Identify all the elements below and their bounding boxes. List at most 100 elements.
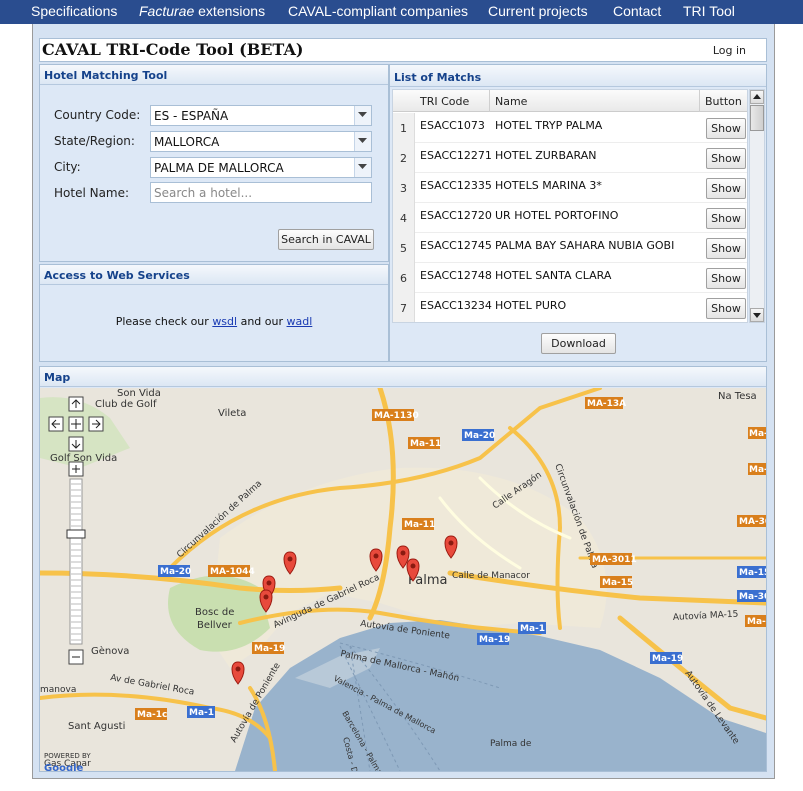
panel-header: Map	[40, 367, 766, 387]
tri-code-cell: ESACC12745	[420, 239, 492, 252]
hotel-name-cell: HOTEL PURO	[495, 299, 567, 312]
panel-header: Hotel Matching Tool	[40, 65, 388, 85]
table-row[interactable]: 1 ESACC1073 HOTEL TRYP PALMA Show	[393, 113, 747, 143]
zoom-out-icon[interactable]	[68, 649, 84, 665]
search-caval-button[interactable]: Search in CAVAL	[278, 229, 374, 250]
hotel-name-cell: HOTEL SANTA CLARA	[495, 269, 612, 282]
panel-title: Map	[44, 371, 71, 384]
show-button[interactable]: Show	[706, 178, 746, 199]
scroll-down-icon[interactable]	[750, 308, 764, 322]
hotel-name-input[interactable]	[150, 182, 372, 203]
show-button[interactable]: Show	[706, 118, 746, 139]
chevron-down-icon[interactable]	[354, 158, 371, 177]
show-button[interactable]: Show	[706, 148, 746, 169]
map-label: manova	[40, 685, 76, 695]
region-label: State/Region:	[54, 134, 135, 148]
chevron-down-icon[interactable]	[354, 106, 371, 125]
scroll-up-icon[interactable]	[750, 90, 764, 104]
road-label: MA-1044	[210, 567, 255, 577]
login-link[interactable]: Log in	[713, 44, 746, 57]
map-canvas[interactable]: Son Vida Club de Golf Golf Son Vida Vile…	[40, 388, 766, 771]
ws-text-before: Please check our	[115, 315, 213, 328]
table-header: TRI Code Name Button	[393, 90, 747, 112]
city-label: City:	[54, 160, 81, 174]
map-label: Bosc de	[195, 607, 234, 618]
hotel-name-cell: HOTEL ZURBARAN	[495, 149, 597, 162]
pan-right-icon[interactable]	[88, 416, 104, 432]
road-label: Ma-19	[652, 654, 683, 664]
map-label: Palma de	[490, 739, 532, 749]
map-graphic: Son Vida Club de Golf Golf Son Vida Vile…	[40, 388, 766, 771]
road-label: Ma-20	[160, 567, 191, 577]
table-row[interactable]: 2 ESACC12271 HOTEL ZURBARAN Show	[393, 143, 747, 173]
scroll-thumb[interactable]	[750, 105, 764, 131]
tri-code-cell: ESACC1073	[420, 119, 485, 132]
chevron-down-icon[interactable]	[354, 132, 371, 151]
pan-down-icon[interactable]	[68, 436, 84, 452]
wadl-link[interactable]: wadl	[287, 315, 313, 328]
table-row[interactable]: 4 ESACC12720 UR HOTEL PORTOFINO Show	[393, 203, 747, 233]
region-select[interactable]: MALLORCA	[150, 131, 372, 152]
row-number: 1	[393, 113, 415, 143]
show-button[interactable]: Show	[706, 268, 746, 289]
road-label: Ma-13	[749, 465, 766, 475]
column-header-button[interactable]: Button	[705, 95, 742, 108]
title-bar: CAVAL TRI-Code Tool (BETA) Log in	[39, 38, 767, 62]
nav-specifications[interactable]: Specifications	[31, 3, 117, 19]
country-label: Country Code:	[54, 108, 141, 122]
download-button[interactable]: Download	[541, 333, 616, 354]
panel-title: List of Matchs	[394, 71, 482, 84]
country-value: ES - ESPAÑA	[154, 109, 229, 123]
row-number: 3	[393, 173, 415, 203]
zoom-slider[interactable]	[66, 478, 86, 645]
show-button[interactable]: Show	[706, 238, 746, 259]
matches-panel: List of Matchs TRI Code Name Button 1 ESA…	[389, 64, 767, 362]
nav-tri-tool[interactable]: TRI Tool	[683, 3, 735, 19]
wsdl-link[interactable]: wsdl	[212, 315, 237, 328]
map-label: Golf Son Vida	[50, 453, 117, 464]
nav-current-projects[interactable]: Current projects	[488, 3, 588, 19]
map-label: Son Vida	[117, 388, 161, 399]
table-scrollbar[interactable]	[749, 89, 765, 323]
pan-center-icon[interactable]	[68, 416, 84, 432]
hotel-name-cell: UR HOTEL PORTOFINO	[495, 209, 619, 222]
table-row[interactable]: 7 ESACC13234 HOTEL PURO Show	[393, 293, 747, 322]
city-value: PALMA DE MALLORCA	[154, 161, 284, 175]
zoom-in-icon[interactable]	[68, 461, 84, 477]
hotel-name-cell: HOTELS MARINA 3*	[495, 179, 602, 192]
row-number: 4	[393, 203, 415, 233]
tri-code-cell: ESACC12271	[420, 149, 492, 162]
road-label: Ma-11	[404, 520, 435, 530]
map-label: Vileta	[218, 408, 246, 419]
road-label: MA-3011	[592, 555, 637, 565]
matches-table: TRI Code Name Button 1 ESACC1073 HOTEL TRY…	[392, 89, 748, 323]
road-label: Ma-20	[464, 431, 495, 441]
pan-up-icon[interactable]	[68, 396, 84, 412]
show-button[interactable]: Show	[706, 208, 746, 229]
nav-caval-companies[interactable]: CAVAL-compliant companies	[288, 3, 468, 19]
table-row[interactable]: 5 ESACC12745 PALMA BAY SAHARA NUBIA GOBI Sh…	[393, 233, 747, 263]
map-label: Gènova	[91, 645, 129, 657]
google-logo[interactable]: Google	[44, 763, 84, 771]
nav-facturae-extensions[interactable]: Facturae extensions	[139, 3, 265, 19]
nav-contact[interactable]: Contact	[613, 3, 661, 19]
panel-title: Access to Web Services	[44, 269, 190, 282]
tri-code-cell: ESACC12748	[420, 269, 492, 282]
table-row[interactable]: 6 ESACC12748 HOTEL SANTA CLARA Show	[393, 263, 747, 293]
road-label: Ma-15	[602, 578, 633, 588]
tri-code-cell: ESACC12720	[420, 209, 492, 222]
map-label: Calle de Manacor	[452, 571, 530, 581]
map-panel: Map Son Vida Club de Golf Golf Son Vida …	[39, 366, 767, 772]
city-select[interactable]: PALMA DE MALLORCA	[150, 157, 372, 178]
table-row[interactable]: 3 ESACC12335 HOTELS MARINA 3* Show	[393, 173, 747, 203]
ws-text-mid: and our	[237, 315, 287, 328]
column-header-name[interactable]: Name	[495, 95, 527, 108]
column-header-tri-code[interactable]: TRI Code	[420, 95, 469, 108]
row-number: 2	[393, 143, 415, 173]
hotel-name-cell: HOTEL TRYP PALMA	[495, 119, 603, 132]
pan-left-icon[interactable]	[48, 416, 64, 432]
show-button[interactable]: Show	[706, 298, 746, 319]
hotel-name-label: Hotel Name:	[54, 186, 130, 200]
country-select[interactable]: ES - ESPAÑA	[150, 105, 372, 126]
panel-header: List of Matchs	[390, 65, 766, 87]
